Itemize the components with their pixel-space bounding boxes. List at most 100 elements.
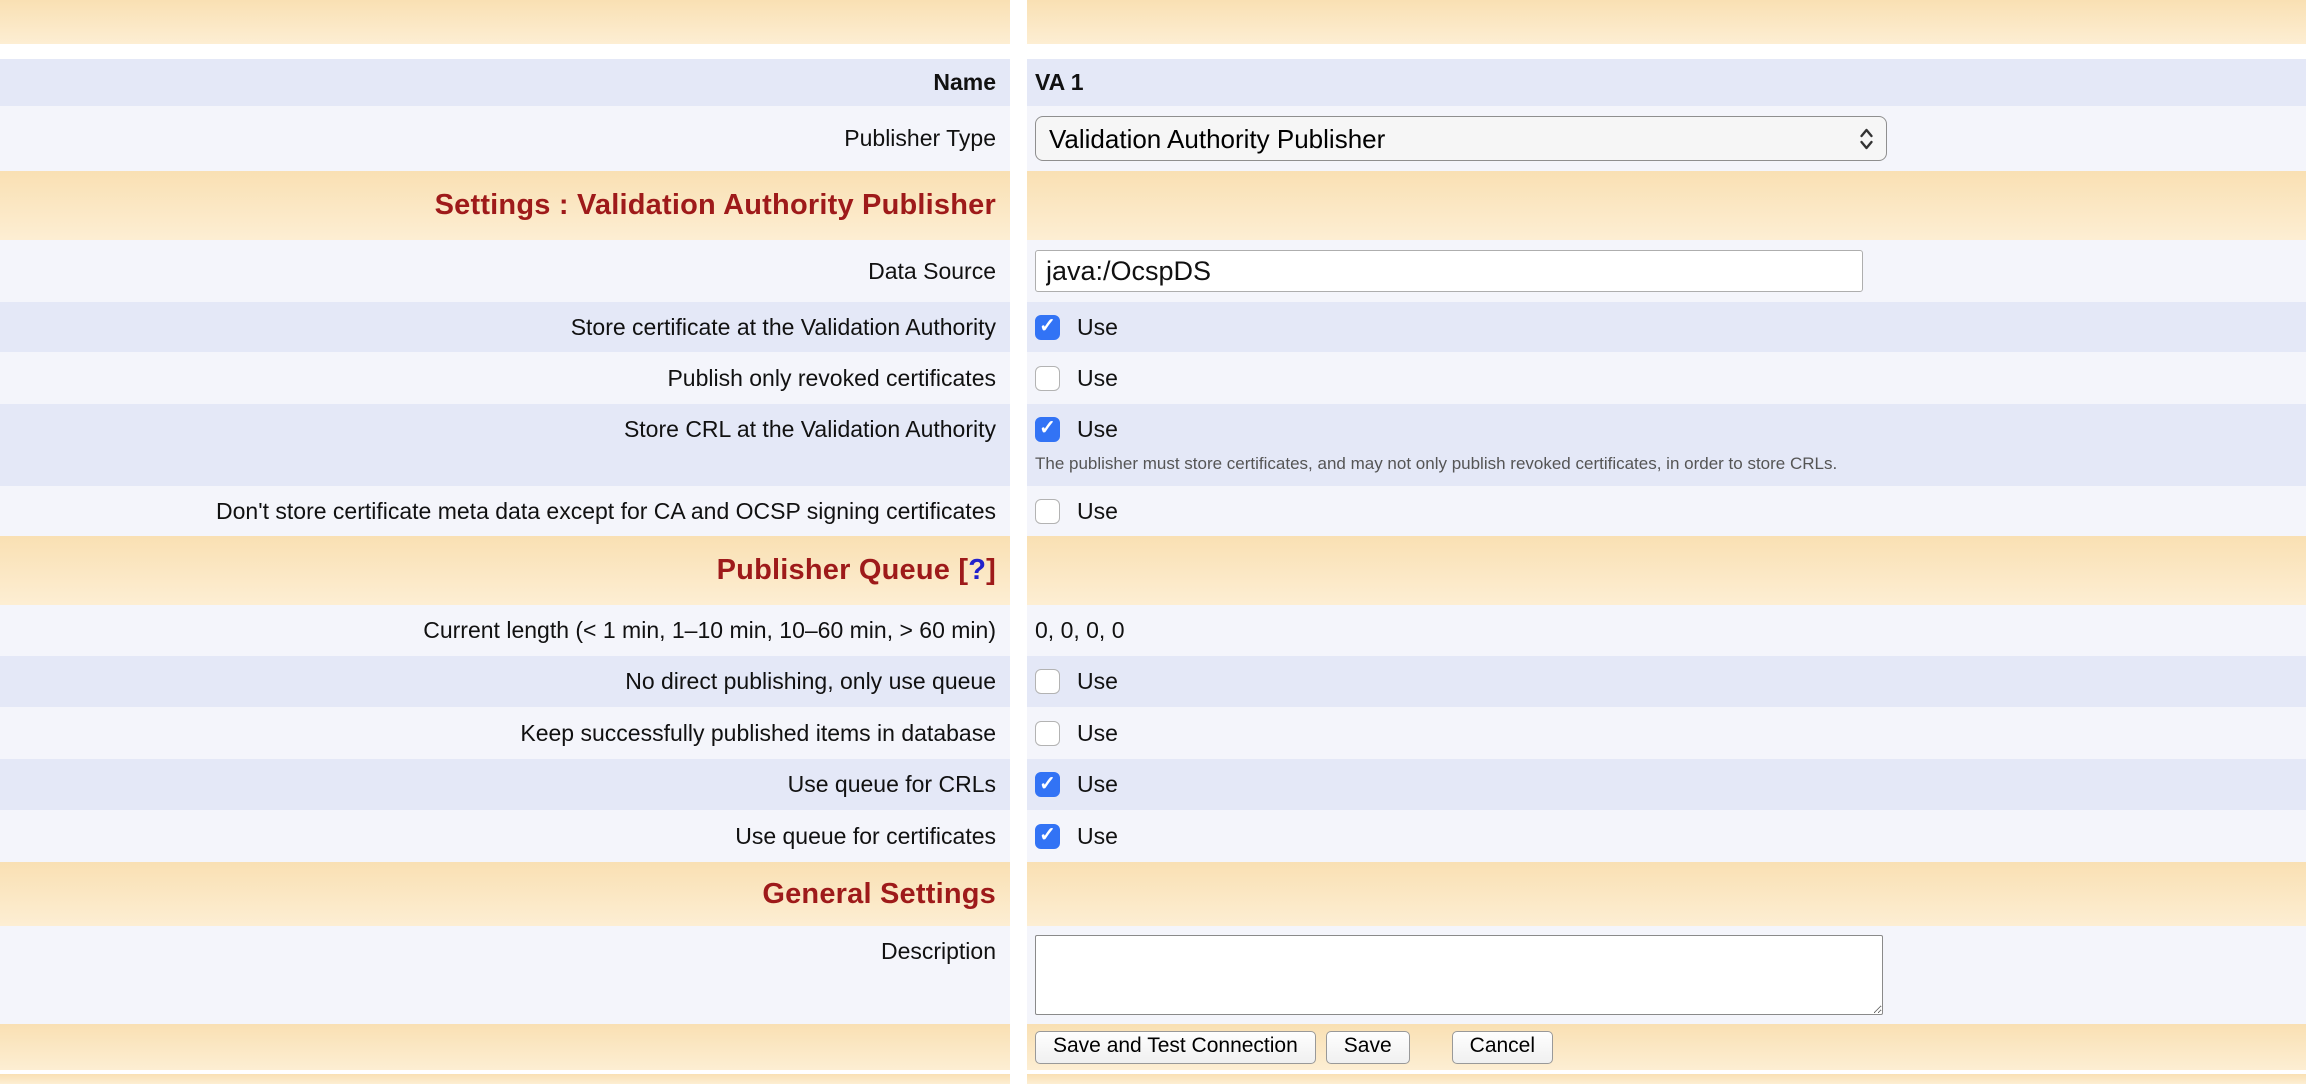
- publisher-type-select[interactable]: Validation Authority Publisher: [1035, 116, 1887, 161]
- row-publisher-type: Publisher Type Validation Authority Publ…: [0, 106, 2306, 171]
- row-description: Description: [0, 926, 2306, 1024]
- column-divider: [1010, 302, 1027, 352]
- use-label: Use: [1077, 720, 1118, 747]
- no-direct-publishing-checkbox[interactable]: [1035, 669, 1060, 694]
- column-divider: [1010, 605, 1027, 656]
- publisher-name-value: VA 1: [1035, 69, 1084, 96]
- general-section-title: General Settings: [762, 878, 996, 911]
- publish-only-revoked-label: Publish only revoked certificates: [667, 365, 996, 392]
- queue-header-right: [1027, 536, 2306, 605]
- queue-header-cell: Publisher Queue [?]: [0, 536, 1010, 605]
- column-divider: [1010, 404, 1027, 486]
- save-button[interactable]: Save: [1326, 1031, 1410, 1064]
- name-label: Name: [933, 69, 996, 96]
- queue-certs-label: Use queue for certificates: [735, 823, 996, 850]
- settings-header-right: [1027, 171, 2306, 240]
- column-divider: [1010, 862, 1027, 926]
- band-spacer: [0, 44, 2306, 59]
- dont-store-meta-checkbox[interactable]: [1035, 499, 1060, 524]
- description-label: Description: [881, 938, 996, 965]
- bottom-band: [0, 1074, 2306, 1084]
- store-crl-value-cell: Use The publisher must store certificate…: [1027, 404, 2306, 486]
- publish-only-revoked-value-cell: Use: [1027, 352, 2306, 404]
- column-divider: [1010, 536, 1027, 605]
- keep-published-checkbox[interactable]: [1035, 721, 1060, 746]
- column-divider: [1010, 352, 1027, 404]
- queue-section-title-text: Publisher Queue: [717, 554, 950, 586]
- data-source-label-cell: Data Source: [0, 240, 1010, 302]
- use-label: Use: [1077, 771, 1118, 798]
- publisher-type-value-cell: Validation Authority Publisher: [1027, 106, 2306, 171]
- row-no-direct-publishing: No direct publishing, only use queue Use: [0, 656, 2306, 707]
- use-label: Use: [1077, 823, 1118, 850]
- column-divider: [1010, 656, 1027, 707]
- row-keep-published: Keep successfully published items in dat…: [0, 707, 2306, 759]
- queue-help-link[interactable]: ?: [968, 554, 986, 586]
- row-queue-crls: Use queue for CRLs Use: [0, 759, 2306, 810]
- publish-only-revoked-label-cell: Publish only revoked certificates: [0, 352, 1010, 404]
- column-divider: [1010, 0, 1027, 44]
- queue-section-title: Publisher Queue [?]: [717, 554, 996, 587]
- keep-published-label-cell: Keep successfully published items in dat…: [0, 707, 1010, 759]
- use-label: Use: [1077, 365, 1118, 392]
- store-crl-label-cell: Store CRL at the Validation Authority: [0, 404, 1010, 486]
- row-current-length: Current length (< 1 min, 1–10 min, 10–60…: [0, 605, 2306, 656]
- column-divider: [1010, 707, 1027, 759]
- publisher-type-label: Publisher Type: [844, 125, 996, 152]
- current-length-value-cell: 0, 0, 0, 0: [1027, 605, 2306, 656]
- data-source-input[interactable]: [1035, 250, 1863, 292]
- bracket-open: [: [958, 554, 968, 586]
- keep-published-value-cell: Use: [1027, 707, 2306, 759]
- store-crl-help-text: The publisher must store certificates, a…: [1035, 454, 1837, 474]
- settings-header-cell: Settings : Validation Authority Publishe…: [0, 171, 1010, 240]
- general-header-cell: General Settings: [0, 862, 1010, 926]
- bottom-band-left: [0, 1074, 1010, 1084]
- store-certificate-label: Store certificate at the Validation Auth…: [571, 314, 996, 341]
- queue-certs-checkbox[interactable]: [1035, 824, 1060, 849]
- bottom-band-right: [1027, 1074, 2306, 1084]
- current-length-label: Current length (< 1 min, 1–10 min, 10–60…: [423, 617, 996, 644]
- queue-crls-label: Use queue for CRLs: [788, 771, 996, 798]
- row-data-source: Data Source: [0, 240, 2306, 302]
- publisher-type-label-cell: Publisher Type: [0, 106, 1010, 171]
- column-divider: [1010, 106, 1027, 171]
- row-general-header: General Settings: [0, 862, 2306, 926]
- queue-crls-checkbox[interactable]: [1035, 772, 1060, 797]
- column-divider: [1010, 59, 1027, 106]
- publisher-type-select-wrap: Validation Authority Publisher: [1035, 116, 1887, 161]
- row-publish-only-revoked: Publish only revoked certificates Use: [0, 352, 2306, 404]
- column-divider: [1010, 171, 1027, 240]
- description-textarea[interactable]: [1035, 935, 1883, 1015]
- row-actions: Save and Test Connection Save Cancel: [0, 1024, 2306, 1070]
- store-crl-check-line: Use: [1035, 404, 1118, 454]
- publish-only-revoked-checkbox[interactable]: [1035, 366, 1060, 391]
- row-store-certificate: Store certificate at the Validation Auth…: [0, 302, 2306, 352]
- dont-store-meta-label: Don't store certificate meta data except…: [216, 498, 996, 525]
- no-direct-publishing-label: No direct publishing, only use queue: [625, 668, 996, 695]
- description-label-cell: Description: [0, 926, 1010, 1024]
- actions-left: [0, 1024, 1010, 1070]
- row-settings-header: Settings : Validation Authority Publishe…: [0, 171, 2306, 240]
- row-name: Name VA 1: [0, 59, 2306, 106]
- keep-published-label: Keep successfully published items in dat…: [520, 720, 996, 747]
- use-label: Use: [1077, 668, 1118, 695]
- queue-certs-value-cell: Use: [1027, 810, 2306, 862]
- column-divider: [1010, 926, 1027, 1024]
- row-queue-header: Publisher Queue [?]: [0, 536, 2306, 605]
- column-divider: [1010, 759, 1027, 810]
- cancel-button[interactable]: Cancel: [1452, 1031, 1553, 1064]
- store-crl-checkbox[interactable]: [1035, 417, 1060, 442]
- name-label-cell: Name: [0, 59, 1010, 106]
- store-certificate-label-cell: Store certificate at the Validation Auth…: [0, 302, 1010, 352]
- row-queue-certs: Use queue for certificates Use: [0, 810, 2306, 862]
- store-certificate-value-cell: Use: [1027, 302, 2306, 352]
- row-store-crl: Store CRL at the Validation Authority Us…: [0, 404, 2306, 486]
- store-certificate-checkbox[interactable]: [1035, 315, 1060, 340]
- save-and-test-connection-button[interactable]: Save and Test Connection: [1035, 1031, 1316, 1064]
- data-source-value-cell: [1027, 240, 2306, 302]
- queue-certs-label-cell: Use queue for certificates: [0, 810, 1010, 862]
- settings-section-title: Settings : Validation Authority Publishe…: [435, 189, 996, 222]
- top-band: [0, 0, 2306, 44]
- store-crl-label: Store CRL at the Validation Authority: [624, 404, 996, 454]
- column-divider: [1010, 810, 1027, 862]
